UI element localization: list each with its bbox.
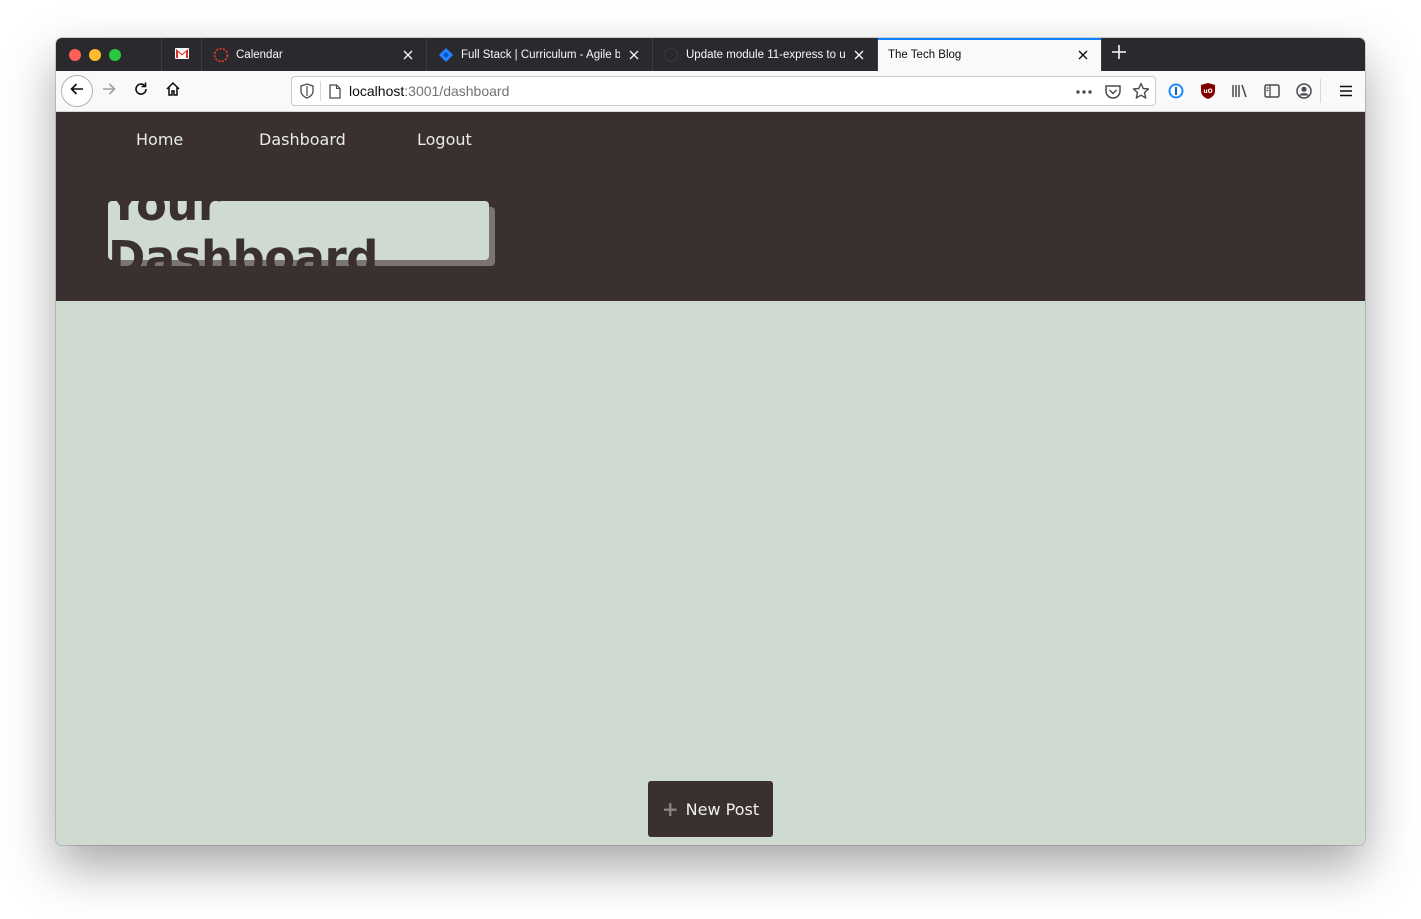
close-tab-icon[interactable] [1075,47,1091,63]
nav-link-home[interactable]: Home [136,130,183,149]
divider [1320,79,1321,103]
forward-button[interactable] [94,76,124,106]
hamburger-menu-icon[interactable] [1334,79,1358,103]
reload-button[interactable] [126,76,156,106]
close-tab-icon[interactable] [851,47,867,63]
gmail-icon [174,46,189,64]
bookmark-star-icon[interactable] [1132,82,1150,100]
nav-link-logout[interactable]: Logout [417,130,472,149]
forward-arrow-icon [101,81,117,102]
tab-full-stack-curriculum[interactable]: Full Stack | Curriculum - Agile b [428,38,653,71]
tab-title: The Tech Blog [888,48,962,61]
pocket-icon[interactable] [1104,83,1122,101]
site-header: Home Dashboard Logout Your Dashboard [56,112,1365,301]
new-post-button[interactable]: + New Post [648,781,773,837]
reload-icon [133,81,149,102]
ublock-icon[interactable]: uO [1196,79,1220,103]
pinned-tab-gmail[interactable] [161,38,202,71]
url-path: :3001/dashboard [404,83,510,99]
minimize-window-button[interactable] [89,49,101,61]
page-title-wrap: Your Dashboard [108,178,495,284]
close-tab-icon[interactable] [400,47,416,63]
url-bar[interactable]: localhost:3001/dashboard [291,76,1156,106]
shield-icon[interactable] [300,83,314,99]
nav-link-dashboard[interactable]: Dashboard [259,130,346,149]
account-icon[interactable] [1292,79,1316,103]
url-host: localhost [349,83,405,99]
password-manager-icon[interactable] [1164,79,1188,103]
browser-window: Calendar Full Stack | Curriculum - Agile… [56,38,1365,845]
page-icon[interactable] [329,83,341,99]
new-tab-button[interactable] [1108,38,1130,71]
url-text[interactable]: localhost:3001/dashboard [349,83,509,99]
browser-toolbar: localhost:3001/dashboard uO [56,71,1365,112]
new-post-label: New Post [685,799,760,819]
tab-title: Calendar [236,48,283,61]
back-arrow-icon [69,81,85,102]
home-button[interactable] [158,76,188,106]
tab-the-tech-blog[interactable]: The Tech Blog [878,38,1102,71]
github-icon [663,47,679,63]
tab-update-module[interactable]: Update module 11-express to u [653,38,878,71]
svg-text:uO: uO [1203,88,1212,95]
page-content: Home Dashboard Logout Your Dashboard + N… [56,112,1365,845]
back-button[interactable] [61,75,93,107]
plus-icon: + [661,797,679,821]
page-title: Your Dashboard [108,178,489,284]
close-window-button[interactable] [69,49,81,61]
tab-calendar[interactable]: Calendar [203,38,427,71]
sidebar-icon[interactable] [1260,79,1284,103]
divider [320,81,321,101]
tab-title: Full Stack | Curriculum - Agile b [461,48,620,61]
tab-strip: Calendar Full Stack | Curriculum - Agile… [56,38,1365,71]
jira-icon [438,47,454,63]
more-actions-icon[interactable] [1075,83,1093,101]
maximize-window-button[interactable] [109,49,121,61]
plus-icon [1112,45,1126,64]
calendar-icon [213,47,229,63]
tab-title: Update module 11-express to u [686,48,845,61]
home-icon [165,81,181,102]
library-icon[interactable] [1228,79,1252,103]
close-tab-icon[interactable] [626,47,642,63]
